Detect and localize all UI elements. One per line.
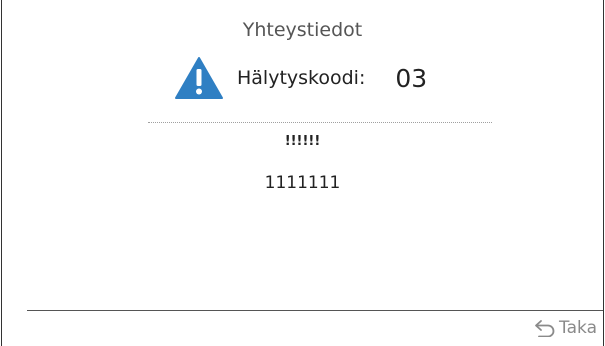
dotted-divider <box>148 122 492 123</box>
footer-divider <box>27 310 603 311</box>
back-button-label: Taka <box>559 318 597 338</box>
warning-icon <box>175 57 223 99</box>
contact-phone: 1111111 <box>264 173 341 193</box>
contact-name: !!!!!! <box>284 134 321 149</box>
back-arrow-icon <box>535 320 555 337</box>
contact-info-screen: Yhteystiedot Hälytyskoodi: 03 !!!!!! 111… <box>1 0 604 346</box>
page-title: Yhteystiedot <box>242 19 363 41</box>
alarm-code-row: Hälytyskoodi: 03 <box>174 56 427 100</box>
alarm-code-value: 03 <box>395 63 428 93</box>
back-button[interactable]: Taka <box>534 318 597 338</box>
alarm-code-label: Hälytyskoodi: <box>237 67 366 89</box>
